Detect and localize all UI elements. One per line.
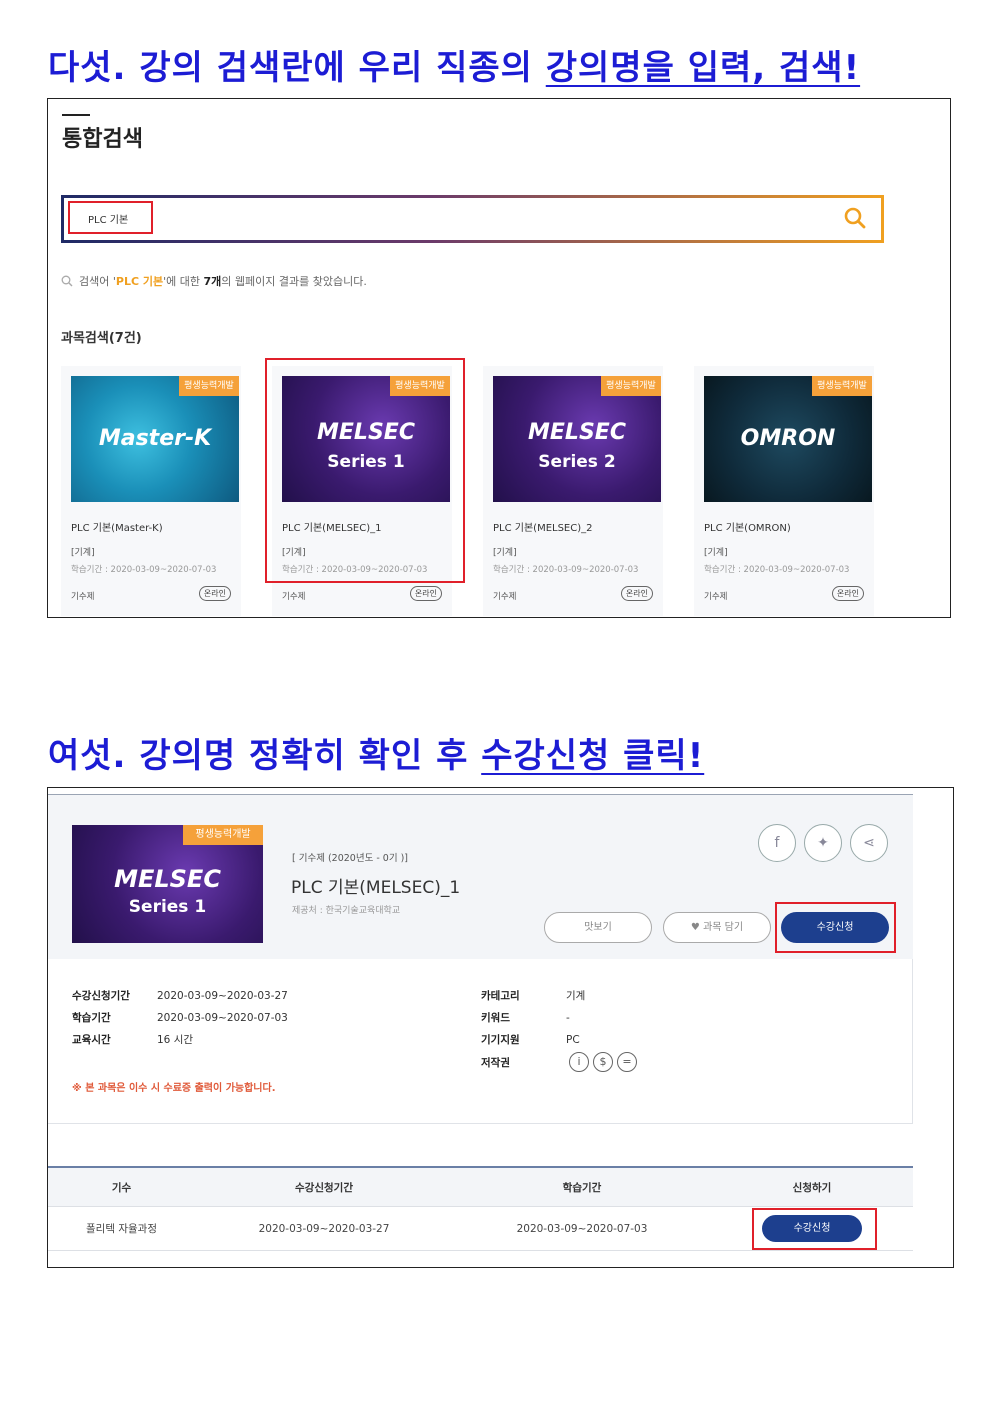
cell-study-period: 2020-03-09~2020-07-03: [516, 1222, 648, 1235]
highlight-box: [752, 1208, 877, 1250]
thumb-subtitle: Series 1: [128, 897, 207, 917]
course-category: [기계]: [704, 548, 728, 558]
result-mid: '에 대한: [163, 275, 204, 288]
highlight-box: [775, 902, 896, 953]
thumb-subtitle: Series 2: [538, 452, 616, 472]
certificate-note: ※ 본 과목은 이수 시 수료증 출력이 가능합니다.: [72, 1083, 276, 1094]
search-page-screenshot: 통합검색 PLC 기본 검색어 'PLC 기본'에 대한 7개의 웹페이지 결과…: [47, 98, 951, 618]
subject-search-heading: 과목검색(7건): [61, 331, 142, 346]
header-apply-period: 수강신청기간: [295, 1181, 353, 1194]
online-badge: 온라인: [831, 586, 864, 601]
course-period: 학습기간 : 2020-03-09~2020-07-03: [71, 565, 217, 575]
card-badge: 평생능력개발: [601, 376, 661, 396]
info-copyright: 저작권: [481, 1057, 510, 1069]
preview-button[interactable]: 맛보기: [544, 912, 652, 943]
magnifier-icon: [61, 275, 73, 287]
course-title: PLC 기본(MELSEC)_1: [291, 878, 461, 898]
twitter-share-icon[interactable]: ✦: [804, 824, 842, 862]
cell-apply-period: 2020-03-09~2020-03-27: [258, 1222, 390, 1235]
course-card[interactable]: 평생능력개발 OMRON PLC 기본(OMRON) [기계] 학습기간 : 2…: [694, 366, 874, 616]
course-card[interactable]: 평생능력개발 Master-K PLC 기본(Master-K) [기계] 학습…: [61, 366, 241, 616]
course-badge: 평생능력개발: [183, 825, 263, 845]
share-icon[interactable]: ⋖: [850, 824, 888, 862]
info-category: 카테고리 기계: [481, 990, 586, 1002]
search-result-summary: 검색어 'PLC 기본'에 대한 7개의 웹페이지 결과를 찾았습니다.: [61, 273, 367, 289]
step5-heading-underlined: 강의명을 입력, 검색!: [545, 48, 861, 88]
search-icon[interactable]: [843, 206, 867, 230]
course-info: 수강신청기간 2020-03-09~2020-03-27 학습기간 2020-03-…: [48, 959, 913, 1124]
course-thumbnail[interactable]: 평생능력개발 OMRON: [704, 376, 872, 502]
course-name[interactable]: PLC 기본(Master-K): [71, 519, 163, 534]
course-thumbnail[interactable]: 평생능력개발 Master-K: [71, 376, 239, 502]
course-thumbnail: 평생능력개발 MELSEC Series 1: [72, 825, 263, 943]
thumb-title: Master-K: [98, 426, 212, 451]
info-keyword: 키워드 -: [481, 1012, 570, 1024]
course-name[interactable]: PLC 기본(OMRON): [704, 519, 791, 534]
result-prefix: 검색어 ': [79, 275, 116, 288]
search-box[interactable]: PLC 기본: [61, 195, 884, 243]
step6-heading-underlined: 수강신청 클릭!: [481, 736, 705, 776]
info-apply-period: 수강신청기간 2020-03-09~2020-03-27: [72, 990, 288, 1002]
result-keyword: PLC 기본: [115, 275, 164, 288]
thumb-title: MELSEC: [528, 420, 626, 445]
cc-nc-icon: $: [593, 1052, 613, 1072]
class-info: [ 기수제 (2020년도 - 0기 )]: [292, 853, 409, 864]
wishlist-label: 과목 담기: [703, 922, 744, 933]
step5-heading-text: 다섯. 강의 검색란에 우리 직종의: [48, 48, 546, 88]
wishlist-button[interactable]: ♥ 과목 담기: [663, 912, 771, 943]
course-type: 기수제: [704, 592, 728, 602]
course-type: 기수제: [282, 592, 306, 602]
online-badge: 온라인: [409, 586, 442, 601]
course-category: [기계]: [71, 548, 95, 558]
course-type: 기수제: [71, 592, 95, 602]
page-title: 통합검색: [62, 127, 143, 152]
facebook-share-icon[interactable]: f: [758, 824, 796, 862]
card-badge: 평생능력개발: [812, 376, 872, 396]
cc-by-icon: i: [569, 1052, 589, 1072]
course-period: 학습기간 : 2020-03-09~2020-07-03: [704, 565, 850, 575]
thumb-title: MELSEC: [114, 865, 221, 893]
course-category: [기계]: [493, 548, 517, 558]
course-card[interactable]: 평생능력개발 MELSEC Series 2 PLC 기본(MELSEC)_2 …: [483, 366, 663, 616]
cell-cohort: 폴리텍 자율과정: [86, 1223, 157, 1235]
step5-heading: 다섯. 강의 검색란에 우리 직종의 강의명을 입력, 검색!: [48, 40, 860, 89]
table-header: 기수 수강신청기간 학습기간 신청하기: [48, 1166, 913, 1207]
result-count: 7개: [203, 275, 222, 288]
result-suffix: 의 웹페이지 결과를 찾았습니다.: [221, 275, 367, 288]
info-device: 기기지원 PC: [481, 1034, 580, 1046]
cc-license-icons: i $ =: [569, 1052, 637, 1072]
info-study-period: 학습기간 2020-03-09~2020-07-03: [72, 1012, 288, 1024]
header-apply: 신청하기: [792, 1181, 832, 1194]
course-thumbnail[interactable]: 평생능력개발 MELSEC Series 2: [493, 376, 661, 502]
header-cohort: 기수: [111, 1181, 132, 1194]
step6-heading: 여섯. 강의명 정확히 확인 후 수강신청 클릭!: [48, 728, 704, 777]
step6-heading-text: 여섯. 강의명 정확히 확인 후: [48, 736, 482, 776]
cc-nd-icon: =: [617, 1052, 637, 1072]
course-header: 평생능력개발 MELSEC Series 1 [ 기수제 (2020년도 - 0…: [48, 794, 913, 959]
info-edu-hours: 교육시간 16 시간: [72, 1034, 194, 1046]
course-name[interactable]: PLC 기본(MELSEC)_2: [493, 519, 593, 534]
online-badge: 온라인: [198, 586, 231, 601]
course-detail-screenshot: 평생능력개발 MELSEC Series 1 [ 기수제 (2020년도 - 0…: [47, 787, 954, 1268]
search-input[interactable]: PLC 기본: [68, 201, 153, 234]
online-badge: 온라인: [620, 586, 653, 601]
header-study-period: 학습기간: [562, 1181, 602, 1194]
highlight-box: [265, 358, 465, 583]
heart-icon: ♥: [690, 922, 704, 933]
thumb-title: OMRON: [740, 426, 836, 451]
card-badge: 평생능력개발: [179, 376, 239, 396]
course-provider: 제공처 : 한국기술교육대학교: [292, 906, 401, 916]
course-period: 학습기간 : 2020-03-09~2020-07-03: [493, 565, 639, 575]
title-bar-accent: [62, 114, 90, 116]
course-type: 기수제: [493, 592, 517, 602]
